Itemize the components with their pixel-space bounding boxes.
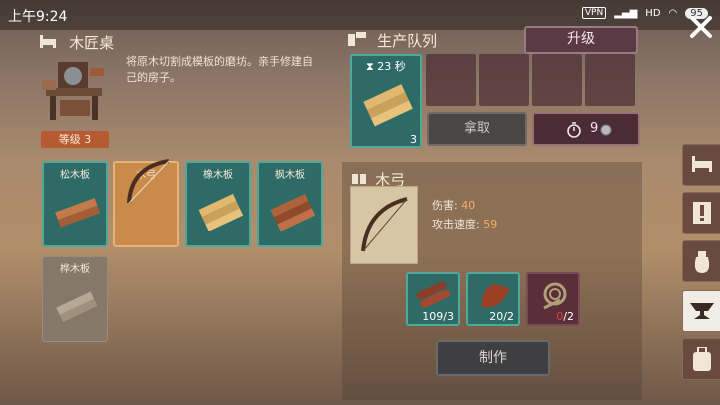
workbench-image (40, 54, 110, 124)
speedup-cost: 9 (590, 121, 599, 136)
damage-stat: 伤害: 40 (432, 197, 475, 213)
vpn-badge: VPN (581, 7, 607, 19)
material-have: 20 (489, 310, 504, 323)
stopwatch-icon (566, 122, 582, 142)
queue-item-count: 3 (410, 133, 417, 146)
material-need: /3 (443, 310, 454, 323)
recipe-card[interactable]: 橡木板 (185, 161, 251, 247)
bow-icon (115, 159, 170, 217)
material-need: /2 (503, 310, 514, 323)
workbench-header: 木匠桌 (40, 32, 114, 53)
sack-icon (692, 249, 712, 277)
upgrade-button[interactable]: 升级 (524, 26, 638, 54)
material-have: 109 (422, 310, 444, 323)
wifi-icon: ◠ (668, 7, 678, 19)
material-slot[interactable]: 20/2 (466, 272, 520, 326)
craft-button[interactable]: 制作 (436, 340, 550, 376)
tab-resources[interactable] (682, 240, 720, 282)
queue-slot-empty[interactable] (426, 54, 476, 106)
tab-bed[interactable] (682, 144, 720, 186)
material-slot[interactable]: 109/3 (406, 272, 460, 326)
material-slot-missing[interactable]: 0/2 (526, 272, 580, 326)
item-preview (350, 186, 418, 264)
queue-title: 生产队列 (377, 32, 438, 50)
recipe-card-locked[interactable]: 桦木板 (42, 256, 108, 342)
bed-icon (692, 156, 712, 176)
tab-backpack[interactable] (682, 338, 720, 380)
speedup-button[interactable]: 9 (532, 112, 640, 146)
queue-icon (348, 31, 371, 50)
attack-speed-value: 59 (483, 218, 498, 231)
recipe-label: 桦木板 (60, 264, 90, 275)
recipe-card[interactable]: 枫木板 (257, 161, 323, 247)
attack-speed-label: 攻击速度: (432, 218, 480, 231)
damage-label: 伤害: (432, 199, 458, 212)
anvil-icon (690, 301, 714, 325)
close-icon[interactable] (686, 12, 716, 42)
exclamation-icon (693, 202, 711, 228)
signal-icon: ▂▄▆ (614, 7, 638, 19)
level-badge: 等级 3 (41, 131, 109, 148)
queue-slot-empty[interactable] (532, 54, 582, 106)
damage-value: 40 (461, 199, 476, 212)
tab-quest[interactable] (682, 192, 720, 234)
recipe-label: 枫木板 (275, 170, 305, 181)
recipe-card-selected[interactable]: 木弓 (113, 159, 179, 247)
bed-icon (40, 33, 56, 52)
attack-speed-stat: 攻击速度: 59 (432, 216, 497, 232)
take-button[interactable]: 拿取 (427, 112, 527, 146)
backpack-icon (692, 346, 712, 375)
queue-header: 生产队列 (348, 30, 437, 51)
queue-slot-empty[interactable] (479, 54, 529, 106)
network-label: HD (645, 7, 661, 19)
material-need: /2 (563, 310, 574, 323)
recipe-card[interactable]: 松木板 (42, 161, 108, 247)
hourglass-icon: ⧗ (366, 60, 374, 73)
workbench-title: 木匠桌 (69, 34, 115, 52)
coin-icon (600, 124, 612, 140)
workbench-description: 将原木切割成模板的磨坊。亲手修建自己的房子。 (126, 55, 313, 84)
clock: 上午9:24 (8, 9, 68, 25)
queue-slot-empty[interactable] (585, 54, 635, 106)
recipe-label: 松木板 (60, 170, 90, 181)
tab-crafting[interactable] (682, 290, 720, 332)
bow-icon (357, 195, 413, 259)
queue-slot-active[interactable]: ⧗ 23 秒 3 (350, 54, 422, 148)
recipe-label: 橡木板 (203, 170, 233, 181)
planks-icon (360, 78, 414, 132)
queue-timer: 23 秒 (377, 60, 406, 73)
